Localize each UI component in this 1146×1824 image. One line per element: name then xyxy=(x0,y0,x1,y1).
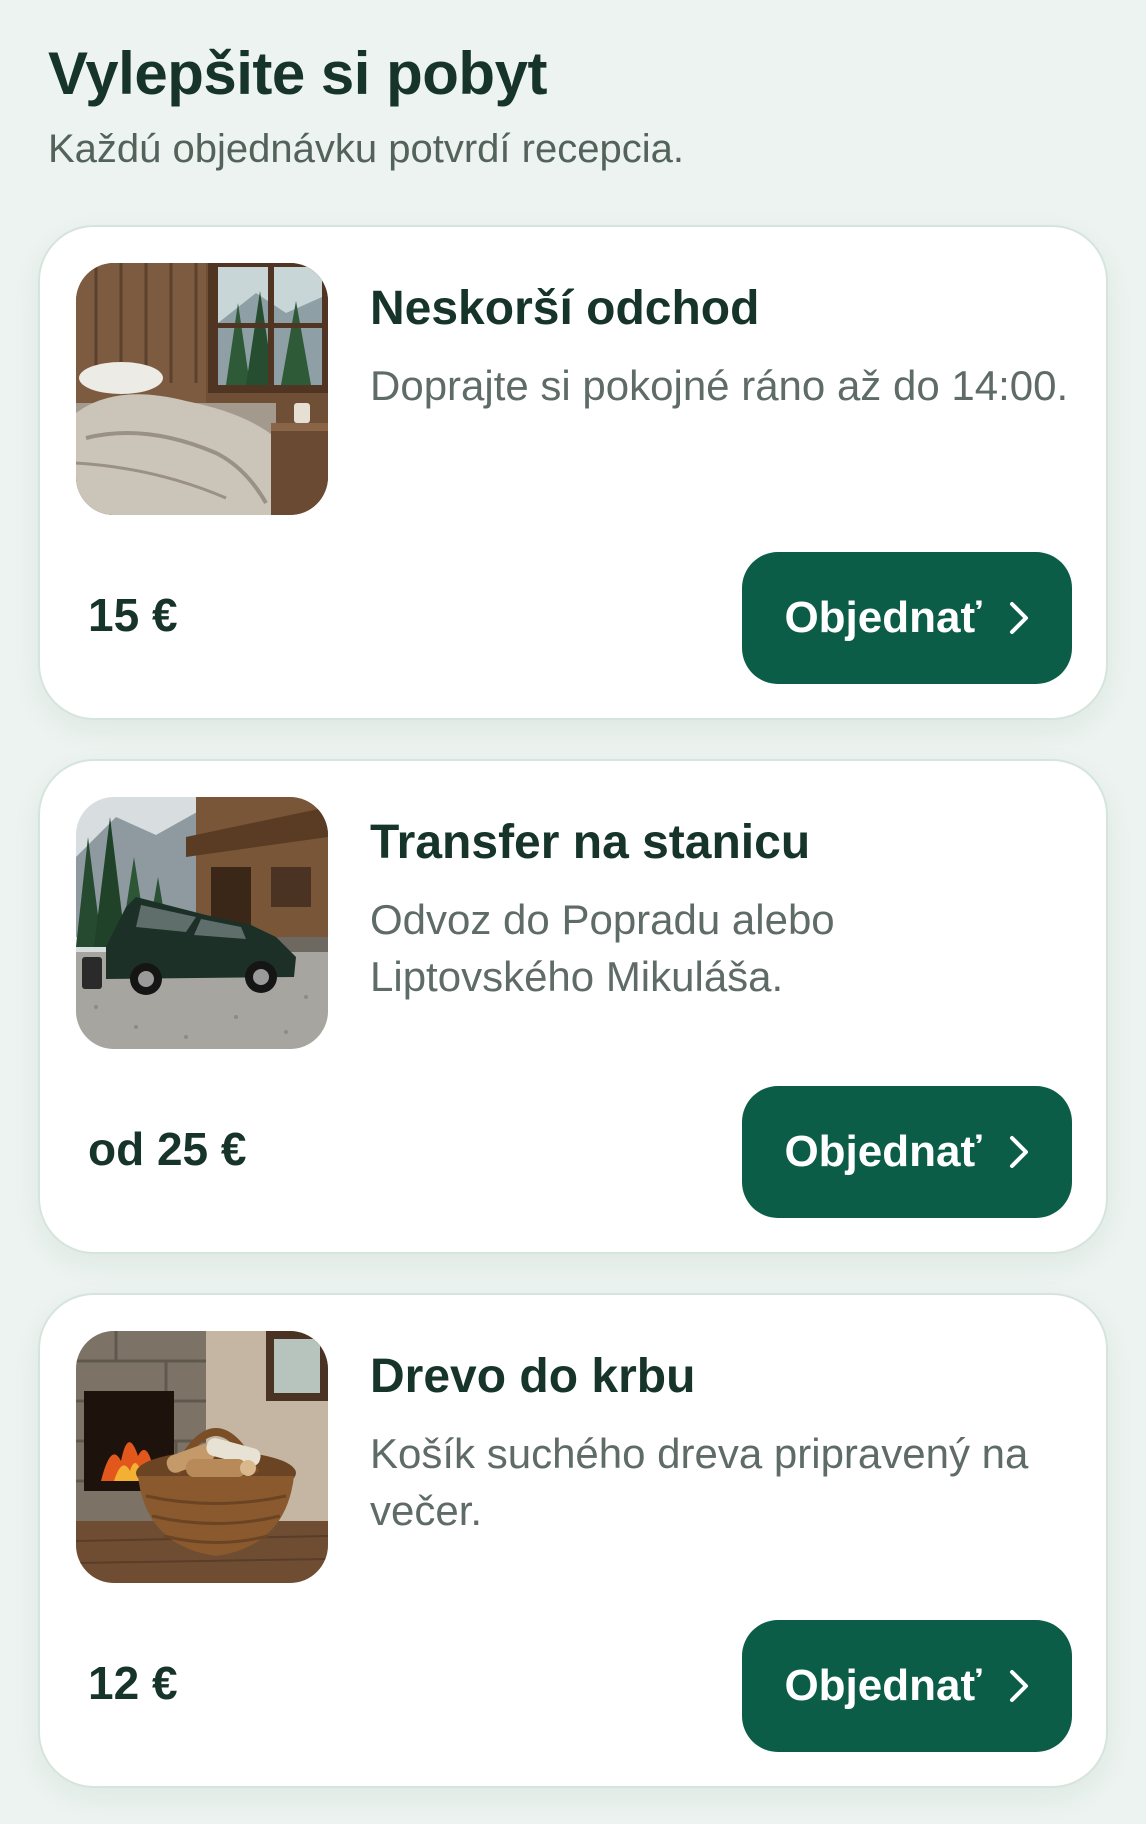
order-button-label: Objednať xyxy=(784,1661,982,1710)
card-title: Drevo do krbu xyxy=(370,1350,696,1403)
order-button[interactable]: Objednať xyxy=(742,552,1072,684)
chevron-right-icon xyxy=(1009,602,1028,634)
card-description: Odvoz do Popradu alebo Liptovského Mikul… xyxy=(370,896,835,1000)
order-button-label: Objednať xyxy=(784,1127,982,1176)
order-button[interactable]: Objednať xyxy=(742,1086,1072,1218)
page-header: Vylepšite si pobyt Každú objednávku potv… xyxy=(48,38,1098,174)
card-price: 12 € xyxy=(88,1657,178,1709)
card-description: Košík suchého dreva pripravený na večer. xyxy=(370,1430,1029,1534)
service-card-late-checkout: Neskorší odchod Doprajte si pokojné ráno… xyxy=(38,225,1108,720)
card-description: Doprajte si pokojné ráno až do 14:00. xyxy=(370,362,1069,409)
card-price: od 25 € xyxy=(88,1123,247,1175)
order-button-label: Objednať xyxy=(784,593,982,642)
card-image-firewood xyxy=(76,1331,328,1583)
order-button[interactable]: Objednať xyxy=(742,1620,1072,1752)
card-price: 15 € xyxy=(88,589,178,641)
card-title: Neskorší odchod xyxy=(370,282,760,335)
chevron-right-icon xyxy=(1009,1136,1028,1168)
service-card-firewood: Drevo do krbu Košík suchého dreva pripra… xyxy=(38,1293,1108,1788)
service-card-station-transfer: Transfer na stanicu Odvoz do Popradu ale… xyxy=(38,759,1108,1254)
card-title: Transfer na stanicu xyxy=(370,816,811,869)
chevron-right-icon xyxy=(1009,1670,1028,1702)
page-subtitle: Každú objednávku potvrdí recepcia. xyxy=(48,127,684,171)
page-title: Vylepšite si pobyt xyxy=(48,40,547,107)
card-image-bedroom xyxy=(76,263,328,515)
card-image-car xyxy=(76,797,328,1049)
